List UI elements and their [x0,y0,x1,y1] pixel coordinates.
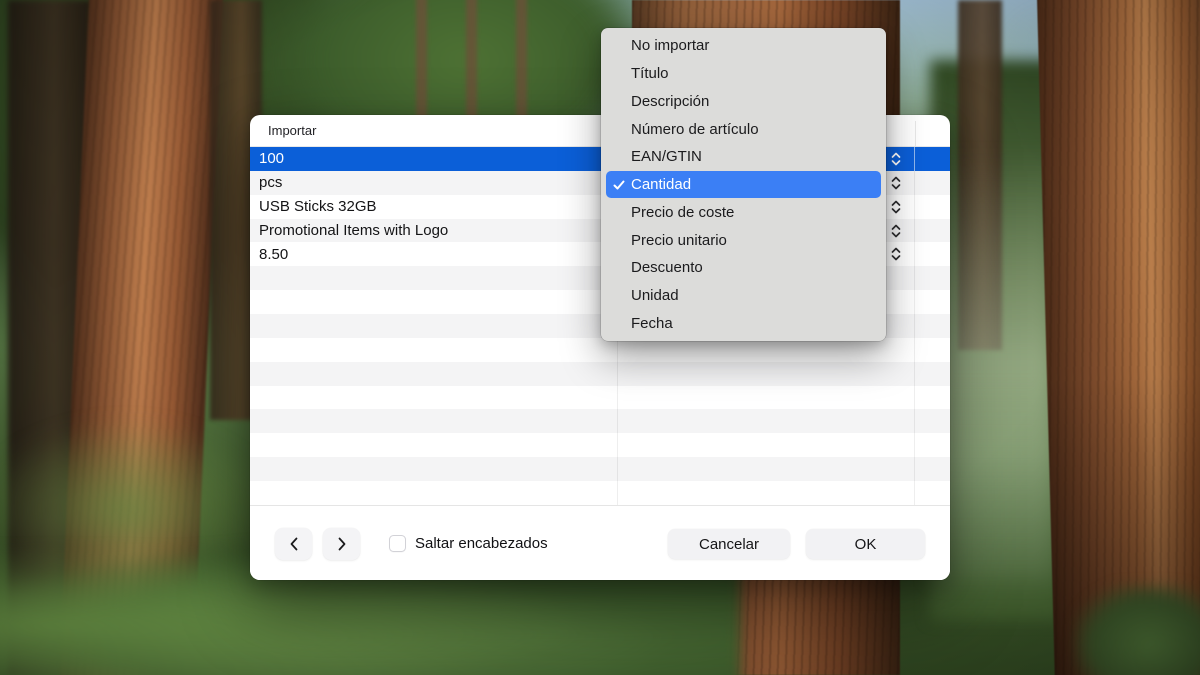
value-cell: USB Sticks 32GB [250,195,618,219]
table-row-empty [250,409,950,433]
table-row-empty [250,362,950,386]
next-record-button[interactable] [323,528,360,560]
checkmark-icon [612,178,631,192]
table-row-empty [250,457,950,481]
up-down-chevron-icon [890,150,902,168]
up-down-chevron-icon [890,198,902,216]
table-row-empty [250,386,950,410]
skip-headers-checkbox[interactable] [389,535,406,552]
menu-item-descuento[interactable]: Descuento [601,254,886,282]
field-dropdown-menu: No importar Título Descripción Número de… [601,28,886,341]
table-row-empty [250,433,950,457]
up-down-chevron-icon [890,245,902,263]
menu-item-unidad[interactable]: Unidad [601,282,886,310]
dialog-footer: Saltar encabezados Cancelar OK [250,505,950,580]
field-popup-button[interactable] [890,198,902,216]
menu-item-ean-gtin[interactable]: EAN/GTIN [601,143,886,171]
ok-button[interactable]: OK [806,529,925,559]
table-row-empty [250,481,950,505]
column-divider [915,121,916,146]
cancel-button[interactable]: Cancelar [668,529,790,559]
field-popup-button[interactable] [890,245,902,263]
value-cell: 8.50 [250,242,618,266]
value-cell: Promotional Items with Logo [250,219,618,243]
dialog-title: Importar [268,115,316,146]
menu-item-precio-unitario[interactable]: Precio unitario [601,226,886,254]
menu-item-titulo[interactable]: Título [601,60,886,88]
menu-item-precio-de-coste[interactable]: Precio de coste [601,198,886,226]
previous-record-button[interactable] [275,528,312,560]
desktop: Importar 100 pcs [0,0,1200,675]
up-down-chevron-icon [890,222,902,240]
table-row-empty [250,338,950,362]
up-down-chevron-icon [890,174,902,192]
value-cell: pcs [250,171,618,195]
field-popup-button[interactable] [890,222,902,240]
value-cell: 100 [250,147,618,171]
skip-headers-label: Saltar encabezados [415,528,548,560]
field-popup-button[interactable] [890,150,902,168]
menu-item-no-importar[interactable]: No importar [601,32,886,60]
menu-item-cantidad-selected[interactable]: Cantidad [606,171,881,199]
chevron-left-icon [288,536,300,552]
menu-item-numero-de-articulo[interactable]: Número de artículo [601,115,886,143]
chevron-right-icon [336,536,348,552]
menu-item-fecha[interactable]: Fecha [601,309,886,337]
menu-item-descripcion[interactable]: Descripción [601,87,886,115]
field-popup-button[interactable] [890,174,902,192]
